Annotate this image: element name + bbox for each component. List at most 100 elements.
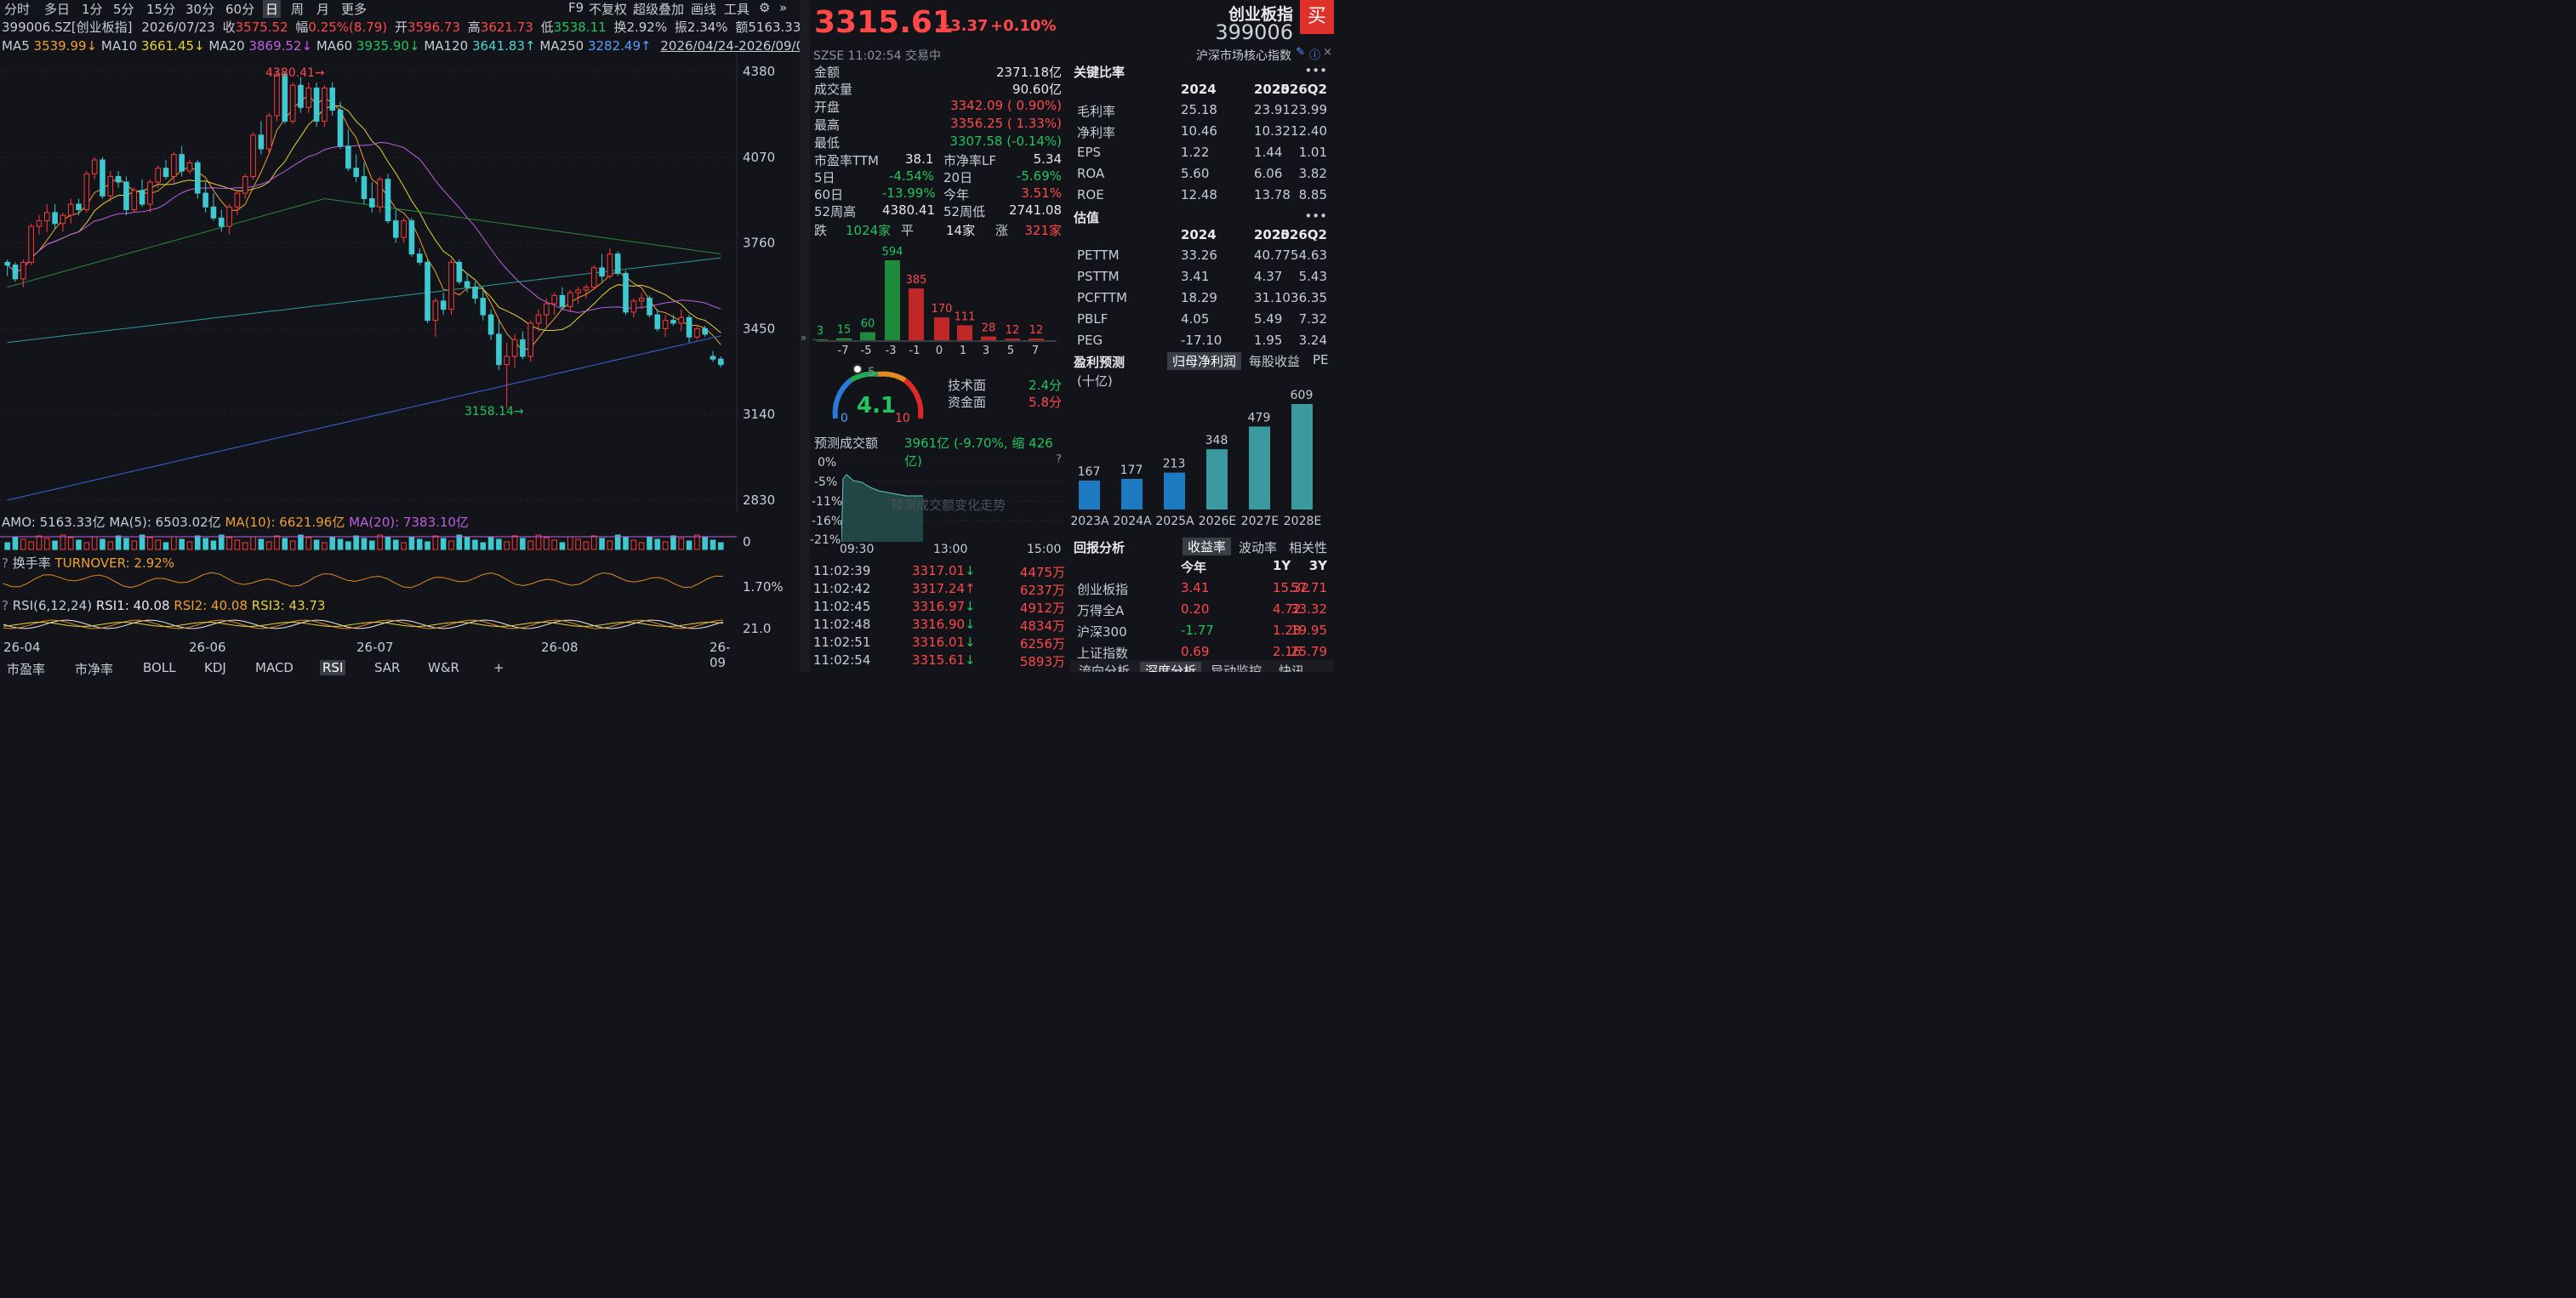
indicator-tab[interactable]: BOLL [143, 660, 176, 675]
ma-legend: MA5 3539.99↓ MA10 3661.45↓ MA20 3869.52↓… [2, 37, 861, 54]
cell-value: 33.26 [1181, 248, 1217, 263]
returns-tab[interactable]: 波动率 [1239, 538, 1277, 556]
tech-label: 技术面 [948, 378, 987, 393]
candle-body [647, 298, 653, 316]
kline-chart[interactable]: 4380 4070 3760 3450 3140 2830 4380.41→ 3158.14→ [0, 53, 800, 512]
candle-body [448, 261, 454, 310]
candle-body [369, 198, 375, 208]
volume-bar [83, 542, 90, 550]
volume-bar [401, 542, 407, 550]
more-icon[interactable]: ••• [1304, 208, 1327, 224]
rsi-legend: ? RSI(6,12,24) RSI1: 40.08 RSI2: 40.08 R… [2, 598, 325, 613]
indicator-tab[interactable]: 市盈率 [7, 660, 45, 678]
add-indicator-button[interactable]: + [493, 660, 504, 675]
volume-bar [226, 537, 232, 550]
draw-button[interactable]: 画线 [691, 0, 716, 18]
period-tab[interactable]: 5分 [113, 0, 134, 18]
vib-value: 2.34% [687, 20, 728, 35]
collapse-icon[interactable]: » [801, 332, 806, 344]
volume-zero-tick: 0 [743, 534, 751, 549]
period-tab[interactable]: 15分 [146, 0, 175, 18]
indicator-tab[interactable]: 市净率 [75, 660, 113, 678]
profit-tab[interactable]: 每股收益 [1249, 352, 1300, 370]
stat-value: -5.69% [1016, 168, 1062, 184]
volume-bar [718, 542, 724, 550]
period-tab-active[interactable]: 日 [263, 0, 282, 18]
tick-list[interactable]: 11:02:39 3317.01 ↓ 4475万 11:02:42 3317.24 ↑… [810, 560, 1069, 672]
volume-chart[interactable] [0, 529, 800, 553]
candle-body [487, 314, 494, 335]
tick-row: 11:02:54 [813, 652, 870, 668]
stat-label: 市盈率TTM [814, 153, 880, 168]
more-icon[interactable]: ••• [1304, 63, 1327, 78]
tick-arrow-icon: ↓ [965, 635, 976, 650]
close-icon[interactable]: × [1323, 46, 1332, 59]
stat-label: 成交量 [814, 82, 853, 97]
tools-button[interactable]: 工具 [724, 0, 749, 18]
info-icon[interactable]: ⓘ [1309, 46, 1320, 62]
indicator-tab-active[interactable]: RSI [320, 660, 346, 675]
candle-body [83, 173, 90, 211]
buy-button[interactable]: 买 [1300, 0, 1334, 34]
period-toolbar: 分时 多日 1分 5分 15分 30分 60分 日 周 月 更多 F9 不复权 … [0, 0, 800, 18]
candle-body [638, 298, 645, 302]
score-gauge: 5 4.1 0 10 技术面 2.4分 资金面 5.8分 [810, 357, 1069, 430]
period-tab[interactable]: 分时 [4, 0, 30, 18]
col-header: 3Y [1308, 558, 1327, 573]
volume-bar [258, 538, 265, 550]
period-tab[interactable]: 多日 [44, 0, 70, 18]
expand-icon[interactable]: » [779, 0, 787, 15]
overlay-button[interactable]: 超级叠加 [633, 0, 684, 18]
returns-tab[interactable]: 相关性 [1289, 538, 1327, 556]
panel-tab[interactable]: 流向分析 [1079, 662, 1130, 672]
cell-value: 25.18 [1181, 102, 1217, 117]
volume-bar [480, 542, 487, 550]
indicator-tab[interactable]: KDJ [204, 660, 226, 675]
profit-year: 2028E [1284, 515, 1321, 528]
candle-body [20, 261, 26, 280]
help-icon[interactable]: ? [2, 598, 9, 613]
indicator-tab[interactable]: W&R [428, 660, 459, 675]
collapse-divider[interactable]: » [800, 0, 810, 672]
panel-tab-active[interactable]: 深度分析 [1140, 662, 1202, 672]
panel-tab[interactable]: 异动监控 [1211, 662, 1262, 672]
volume-title: AMO: 5163.33亿 [2, 515, 105, 530]
volume-bar [638, 542, 645, 550]
returns-tab-active[interactable]: 收益率 [1183, 538, 1232, 555]
volume-bar [234, 539, 241, 550]
breadth-flat: 14家 [946, 223, 976, 238]
volume-legend: AMO: 5163.33亿 MA(5): 6503.02亿 MA(10): 66… [2, 513, 469, 531]
candle-body [480, 298, 487, 316]
panel-tab[interactable]: 快讯 [1279, 662, 1304, 672]
stat-value: 5.34 [1033, 151, 1062, 167]
adjust-button[interactable]: 不复权 [589, 0, 627, 18]
dist-label: 5 [1007, 344, 1014, 357]
profit-tab-active[interactable]: 归母净利润 [1167, 352, 1242, 370]
candle-body [345, 145, 351, 169]
f9-button[interactable]: F9 [568, 0, 584, 15]
tick-arrow-icon: ↓ [965, 599, 976, 614]
x-tick: 26-04 [3, 640, 41, 655]
period-tab[interactable]: 月 [316, 0, 329, 18]
candle-body [28, 225, 34, 263]
candle-body [544, 303, 550, 316]
indicator-tab[interactable]: MACD [255, 660, 294, 675]
volume-bar [385, 537, 391, 550]
period-tab[interactable]: 60分 [225, 0, 254, 18]
fundamentals-panel: 买 创业板指 399006 沪深市场核心指数 ✎ ⓘ × 关键比率 ••• 20… [1070, 0, 1334, 672]
period-tab[interactable]: 1分 [82, 0, 103, 18]
candle-body [242, 176, 248, 194]
edit-icon[interactable]: ✎ [1296, 46, 1305, 59]
period-tab[interactable]: 30分 [185, 0, 214, 18]
indicator-tab[interactable]: SAR [374, 660, 400, 675]
dist-value: 594 [882, 246, 903, 259]
profit-tab[interactable]: PE [1313, 352, 1329, 367]
volume-bar [654, 538, 661, 550]
cell-value: 12.48 [1181, 187, 1217, 202]
period-tab[interactable]: 更多 [341, 0, 367, 18]
settings-gear-icon[interactable]: ⚙ [759, 0, 770, 15]
period-tab[interactable]: 周 [291, 0, 304, 18]
x-tick: 13:00 [933, 543, 968, 556]
candle-body [559, 294, 566, 307]
volume-bar [456, 534, 463, 550]
